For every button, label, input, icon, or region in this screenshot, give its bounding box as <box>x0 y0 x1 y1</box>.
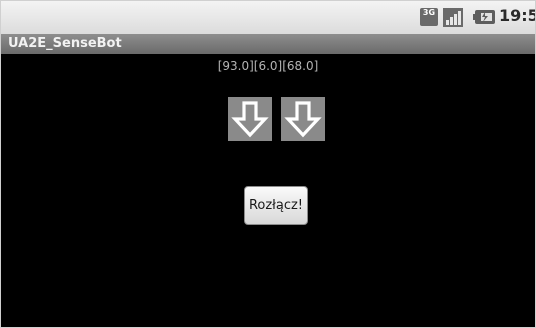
signal-strength-icon <box>443 8 463 27</box>
app-screen: 3G 19:58 UA2E_SenseBot [93.0][6.0][68.0] <box>0 0 536 328</box>
battery-icon <box>473 10 495 24</box>
3g-icon: 3G <box>420 8 438 26</box>
app-title: UA2E_SenseBot <box>8 36 122 51</box>
left-direction-indicator <box>228 97 272 141</box>
status-bar: 3G 19:58 <box>0 0 536 34</box>
disconnect-button[interactable]: Rozłącz! <box>244 186 308 225</box>
status-time: 19:58 <box>499 6 536 25</box>
title-bar: UA2E_SenseBot <box>0 34 536 54</box>
sensor-readout: [93.0][6.0][68.0] <box>217 59 319 73</box>
network-type-label: 3G <box>422 8 436 17</box>
arrow-down-icon <box>284 101 322 138</box>
arrow-down-icon <box>231 101 269 138</box>
right-direction-indicator <box>281 97 325 141</box>
